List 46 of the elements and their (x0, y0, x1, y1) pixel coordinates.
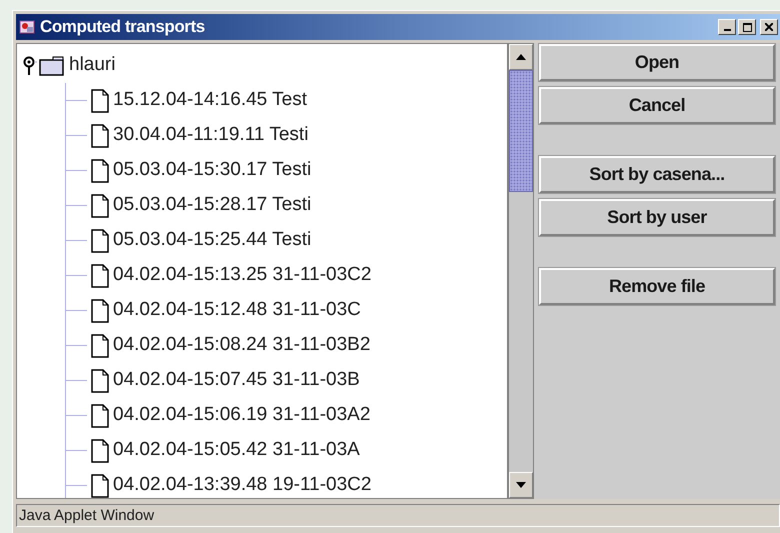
folder-label[interactable]: hlauri (69, 51, 116, 80)
minimize-icon (724, 29, 730, 31)
file-icon (91, 88, 109, 112)
file-label[interactable]: 04.02.04-15:13.25 31-11-03C2 (113, 261, 372, 290)
scroll-up-button[interactable] (509, 44, 533, 70)
status-bar: Java Applet Window (16, 504, 780, 527)
app-icon (18, 18, 36, 36)
action-button[interactable]: Remove file (539, 268, 775, 305)
file-icon (91, 124, 109, 148)
action-button[interactable]: Sort by casena... (539, 156, 775, 193)
file-icon (91, 228, 109, 252)
file-icon (91, 334, 109, 358)
close-icon (765, 23, 773, 31)
action-button[interactable]: Open (539, 44, 775, 81)
file-icon (91, 298, 109, 322)
file-label[interactable]: 04.02.04-15:08.24 31-11-03B2 (113, 331, 370, 360)
down-arrow-icon (516, 482, 526, 488)
minimize-button[interactable] (718, 19, 736, 35)
file-label[interactable]: 04.02.04-15:12.48 31-11-03C (113, 296, 361, 325)
window-title: Computed transports (40, 16, 205, 38)
expanded-handle-icon[interactable] (23, 56, 37, 76)
maximize-button[interactable] (738, 19, 756, 35)
file-label[interactable]: 30.04.04-11:19.11 Testi (113, 121, 308, 150)
close-button[interactable] (760, 19, 778, 35)
file-label[interactable]: 04.02.04-15:05.42 31-11-03A (113, 436, 360, 465)
file-label[interactable]: 15.12.04-14:16.45 Test (113, 86, 308, 115)
file-label[interactable]: 04.02.04-15:07.45 31-11-03B (113, 366, 360, 395)
up-arrow-icon (516, 54, 526, 60)
action-button[interactable]: Cancel (539, 87, 775, 124)
file-label[interactable]: 05.03.04-15:28.17 Testi (113, 191, 312, 220)
file-icon (91, 438, 109, 462)
file-icon (91, 404, 109, 428)
file-label[interactable]: 05.03.04-15:25.44 Testi (113, 226, 312, 255)
file-label[interactable]: 04.02.04-13:39.48 19-11-03C2 (113, 471, 372, 498)
file-icon (91, 264, 109, 288)
file-icon (91, 368, 109, 392)
file-label[interactable]: 05.03.04-15:30.17 Testi (113, 156, 312, 185)
action-button[interactable]: Sort by user (539, 199, 775, 236)
scrollbar[interactable] (508, 43, 534, 499)
file-icon (91, 158, 109, 182)
scroll-down-button[interactable] (509, 472, 533, 498)
maximize-icon (742, 22, 752, 32)
file-icon (91, 194, 109, 218)
scroll-thumb[interactable] (509, 70, 533, 192)
folder-icon (39, 56, 65, 76)
file-label[interactable]: 04.02.04-15:06.19 31-11-03A2 (113, 401, 370, 430)
